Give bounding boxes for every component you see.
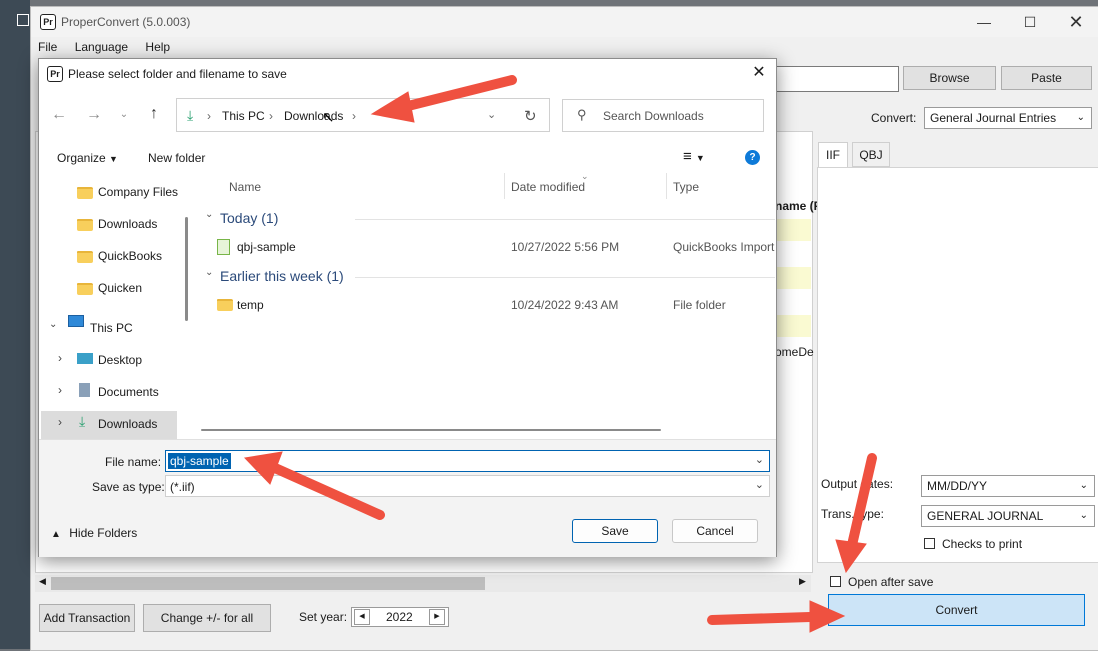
arrow-head [809, 600, 846, 633]
arrow-to-convert [707, 612, 815, 625]
arrow-head [243, 451, 283, 485]
arrow-to-open-after-save [847, 453, 877, 550]
mouse-cursor-icon: ↖ [322, 109, 335, 126]
arrow-head [370, 91, 415, 123]
arrow-head [835, 539, 867, 574]
arrow-to-address-bar [395, 75, 517, 113]
arrow-to-filename [270, 463, 385, 520]
annotation-arrows [243, 75, 877, 633]
